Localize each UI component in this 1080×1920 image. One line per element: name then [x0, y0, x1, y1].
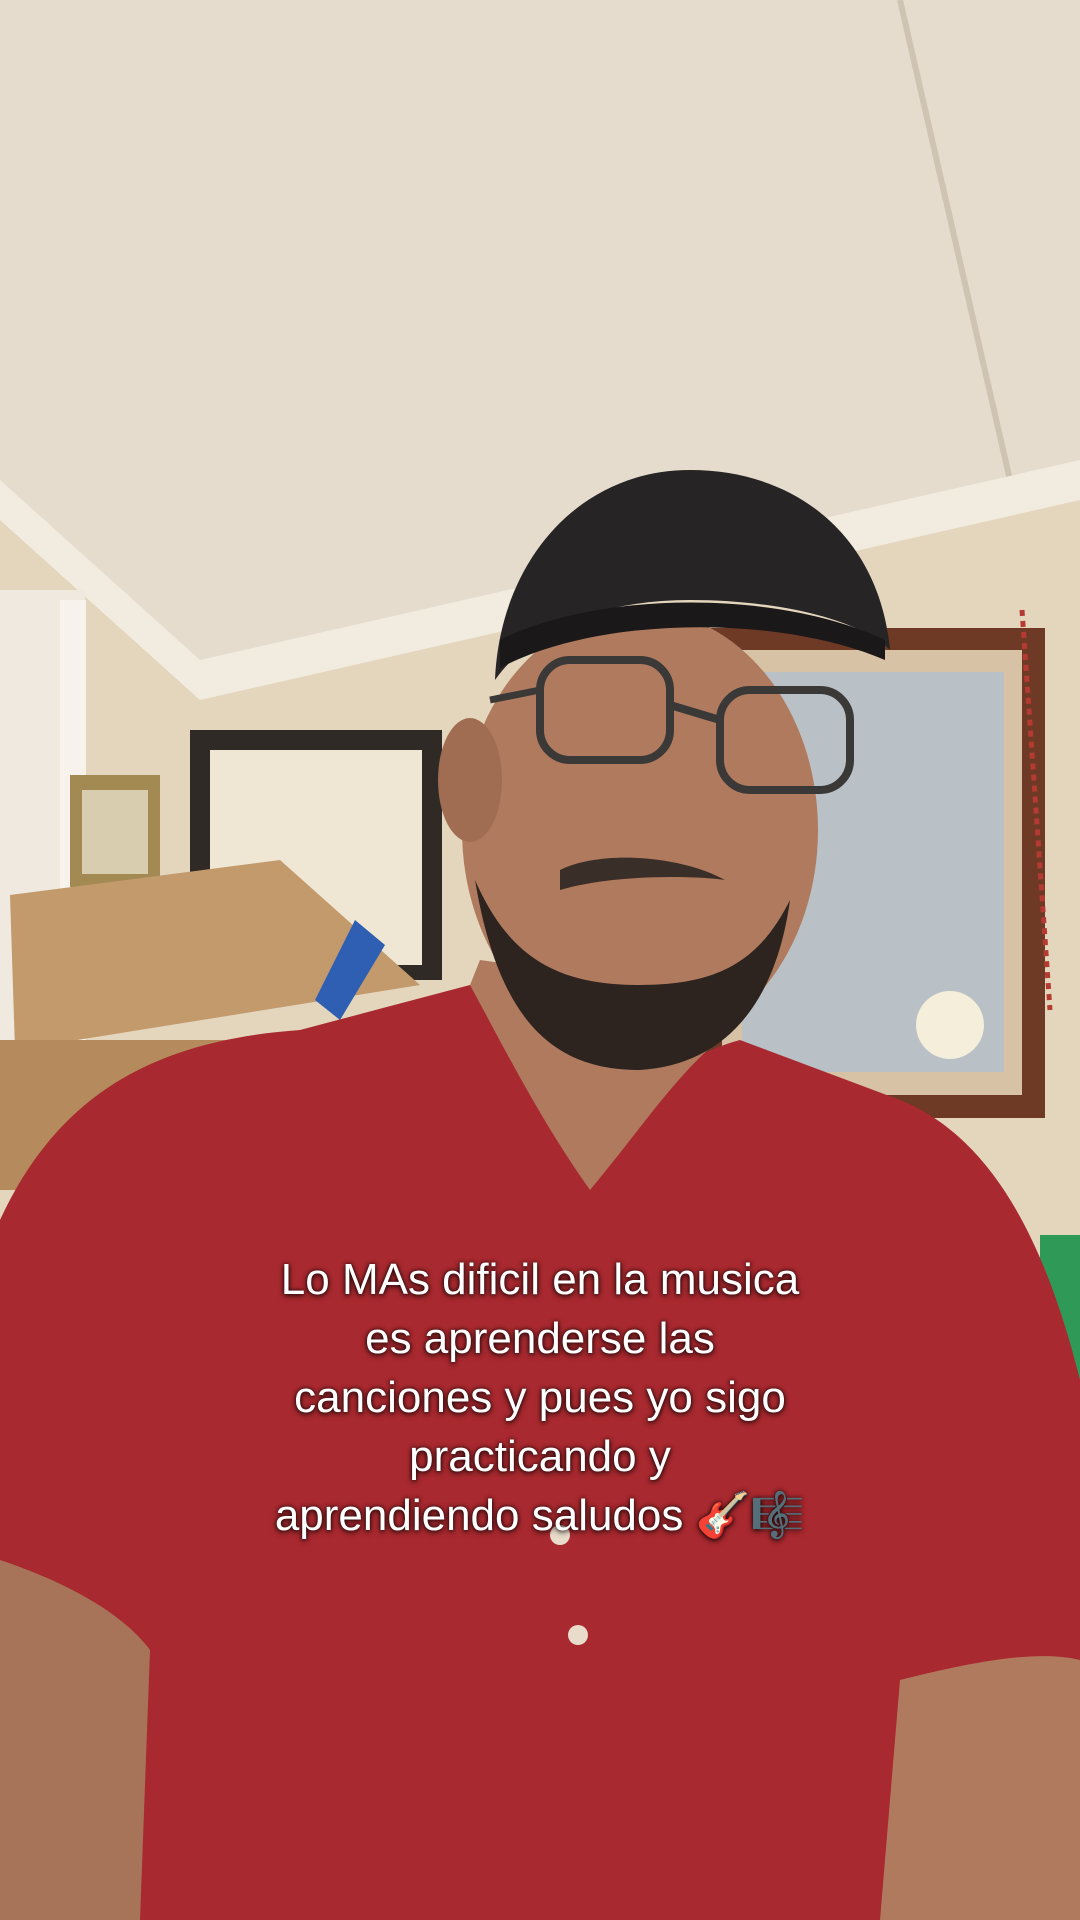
shirt-button [568, 1625, 588, 1645]
caption-line: practicando y [409, 1432, 671, 1481]
right-arm [880, 1656, 1080, 1920]
caption-line: es aprenderse las [365, 1314, 715, 1363]
lamp-glare [916, 991, 984, 1059]
caption-line: aprendiendo saludos 🎸🎼 [274, 1491, 806, 1540]
caption-line: Lo MAs dificil en la musica [280, 1255, 800, 1304]
caption-line: canciones y pues yo sigo [294, 1373, 786, 1422]
video-caption: Lo MAs dificil en la musica es aprenders… [190, 1250, 890, 1545]
ear [438, 718, 502, 842]
small-picture [82, 790, 148, 874]
video-scene [0, 0, 1080, 1920]
video-frame[interactable]: Lo MAs dificil en la musica es aprenders… [0, 0, 1080, 1920]
